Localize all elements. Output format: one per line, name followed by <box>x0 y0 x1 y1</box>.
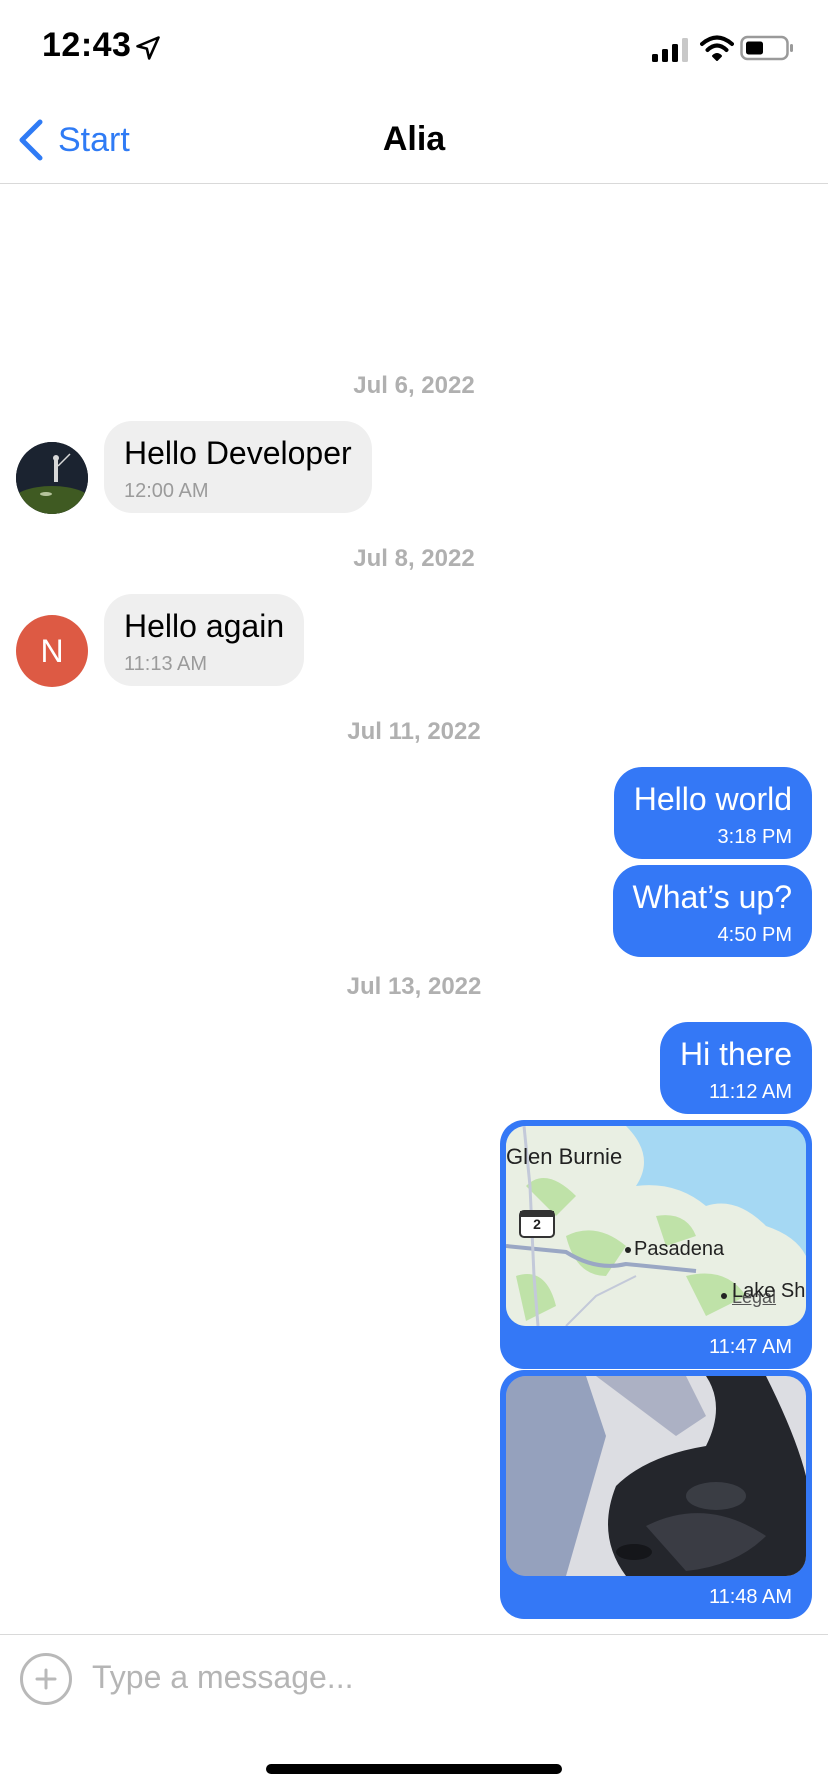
message-time: 4:50 PM <box>717 924 792 946</box>
map-preview[interactable]: Glen Burnie 2 Pasadena Legal Lake Sh <box>506 1126 806 1326</box>
message-bubble-outgoing[interactable]: Hi there 11:12 AM <box>659 1022 812 1114</box>
wifi-icon <box>700 35 734 61</box>
message-time: 11:13 AM <box>124 653 208 675</box>
message-time: 11:47 AM <box>708 1336 792 1358</box>
message-time: 11:48 AM <box>708 1586 792 1608</box>
avatar[interactable]: N <box>16 615 88 687</box>
navigation-bar: Start Alia <box>0 96 828 184</box>
message-list[interactable]: Jul 6, 2022 Hello Developer 12:00 AM Jul… <box>0 185 828 1635</box>
plus-icon <box>35 1668 57 1690</box>
location-arrow-icon <box>136 36 160 60</box>
status-time: 12:43 <box>42 26 132 64</box>
message-time: 11:12 AM <box>708 1081 792 1103</box>
page-title: Alia <box>382 120 446 158</box>
message-bubble-incoming[interactable]: Hello again 11:13 AM <box>104 594 305 686</box>
photo-preview[interactable] <box>506 1376 806 1576</box>
battery-icon <box>740 35 793 61</box>
message-time: 12:00 AM <box>124 480 209 502</box>
date-separator: Jul 11, 2022 <box>347 718 481 745</box>
add-attachment-button[interactable] <box>20 1653 72 1705</box>
date-separator: Jul 8, 2022 <box>353 545 475 572</box>
message-text: Hello Developer <box>124 435 352 471</box>
message-time: 3:18 PM <box>717 826 792 848</box>
image-message-bubble[interactable]: 11:48 AM <box>500 1370 812 1619</box>
home-indicator[interactable] <box>266 1764 562 1774</box>
map-label-pasadena: Pasadena <box>634 1238 725 1260</box>
date-separator: Jul 13, 2022 <box>346 973 482 1000</box>
date-separator: Jul 6, 2022 <box>353 372 475 399</box>
message-text: Hello world <box>633 781 792 817</box>
map-label-lake-shore: Lake Sh <box>732 1280 806 1302</box>
message-text: What’s up? <box>632 879 793 915</box>
message-bubble-outgoing[interactable]: Hello world 3:18 PM <box>613 767 812 859</box>
message-bubble-outgoing[interactable]: What’s up? 4:50 PM <box>612 865 812 957</box>
map-label-glen-burnie: Glen Burnie <box>506 1144 623 1169</box>
message-text: Hello again <box>124 608 285 644</box>
golfer-photo <box>16 442 88 514</box>
message-input[interactable] <box>92 1649 792 1705</box>
signal-icon <box>652 38 688 62</box>
avatar[interactable] <box>16 442 88 514</box>
map-label-route: 2 <box>533 1216 541 1232</box>
map-message-bubble[interactable]: Glen Burnie 2 Pasadena Legal Lake Sh 11:… <box>500 1120 812 1369</box>
message-text: Hi there <box>679 1036 792 1072</box>
status-bar: 12:43 <box>0 0 828 96</box>
message-bubble-incoming[interactable]: Hello Developer 12:00 AM <box>104 421 372 513</box>
dog-photo <box>506 1376 806 1576</box>
